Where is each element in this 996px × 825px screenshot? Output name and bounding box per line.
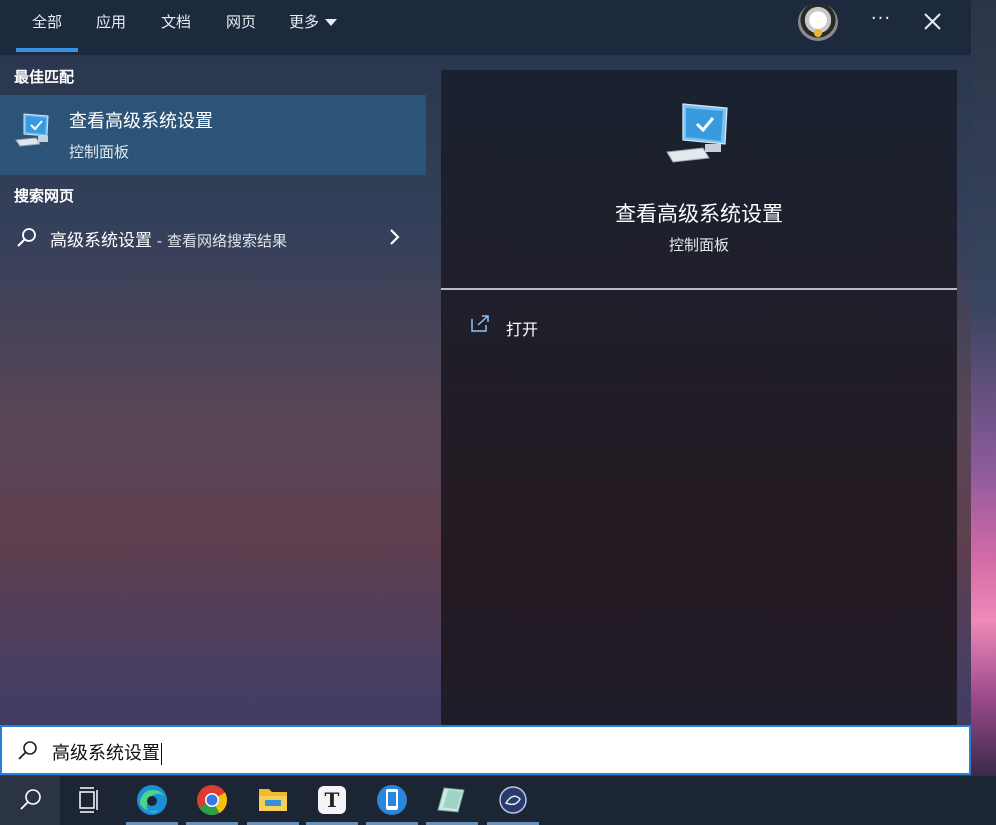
open-external-icon [471,315,489,332]
web-search-hint: - 查看网络搜索结果 [152,232,287,250]
avatar[interactable] [798,3,838,41]
desktop-wallpaper [971,0,996,776]
typora-icon: T [318,786,346,814]
caret-down-icon [325,19,338,26]
task-view-button[interactable] [60,776,120,825]
taskbar-file-explorer[interactable] [243,776,303,825]
open-action[interactable]: 打开 [469,314,669,342]
search-icon [20,789,41,810]
start-search-panel: 全部 应用 文档 网页 更多 ··· 最佳匹配 查看高级系统设置 控制面板 搜索… [0,0,971,776]
best-match-title: 查看高级系统设置 [69,111,213,132]
open-action-label: 打开 [506,320,539,339]
taskbar: T [0,776,996,825]
best-match-heading: 最佳匹配 [14,68,75,86]
tab-apps[interactable]: 应用 [88,0,134,52]
tab-web[interactable]: 网页 [218,0,264,52]
best-match-subtitle: 控制面板 [69,143,130,161]
edge-icon [137,785,167,815]
phone-icon [377,785,407,815]
taskbar-search-button[interactable] [0,776,60,825]
preview-title: 查看高级系统设置 [615,202,783,226]
notes-icon [437,787,465,813]
search-icon [17,228,36,247]
search-input-value[interactable]: 高级系统设置 [52,739,162,765]
search-icon [18,741,37,760]
preview-pane: 查看高级系统设置 控制面板 打开 [441,70,957,726]
ellipsis-icon: ··· [870,8,892,29]
app-icon [499,786,527,814]
close-icon [924,13,941,30]
preview-subtitle: 控制面板 [668,236,729,254]
preview-divider [441,288,957,290]
chevron-right-icon[interactable] [386,226,404,248]
search-query-text: 高级系统设置 [52,743,160,764]
taskbar-chrome[interactable] [182,776,242,825]
taskbar-phone-link[interactable] [362,776,422,825]
taskbar-app[interactable] [483,776,543,825]
taskbar-edge[interactable] [122,776,182,825]
text-caret [161,743,162,765]
close-button[interactable] [918,6,948,36]
web-search-result[interactable]: 高级系统设置 - 查看网络搜索结果 [0,218,426,258]
task-view-icon [79,787,98,813]
taskbar-typora[interactable]: T [302,776,362,825]
tab-all[interactable]: 全部 [16,0,78,52]
computer-check-icon [15,113,49,147]
file-explorer-icon [259,789,287,811]
svg-text:T: T [325,788,340,812]
search-input[interactable]: 高级系统设置 [0,725,971,775]
chrome-icon [197,785,228,816]
computer-check-icon [666,103,728,163]
web-search-text: 高级系统设置 - 查看网络搜索结果 [50,226,287,251]
web-search-heading: 搜索网页 [14,187,75,205]
tab-more-label: 更多 [289,13,320,31]
tab-more[interactable]: 更多 [283,0,353,52]
taskbar-notes[interactable] [422,776,482,825]
results-list: 最佳匹配 查看高级系统设置 控制面板 搜索网页 高级系统设置 - 查看网络搜索结… [0,55,426,725]
tab-documents[interactable]: 文档 [153,0,199,52]
search-tab-bar: 全部 应用 文档 网页 更多 ··· [0,0,971,55]
web-search-query: 高级系统设置 [50,231,152,251]
best-match-item[interactable]: 查看高级系统设置 控制面板 [0,95,426,175]
more-options-button[interactable]: ··· [866,8,896,36]
